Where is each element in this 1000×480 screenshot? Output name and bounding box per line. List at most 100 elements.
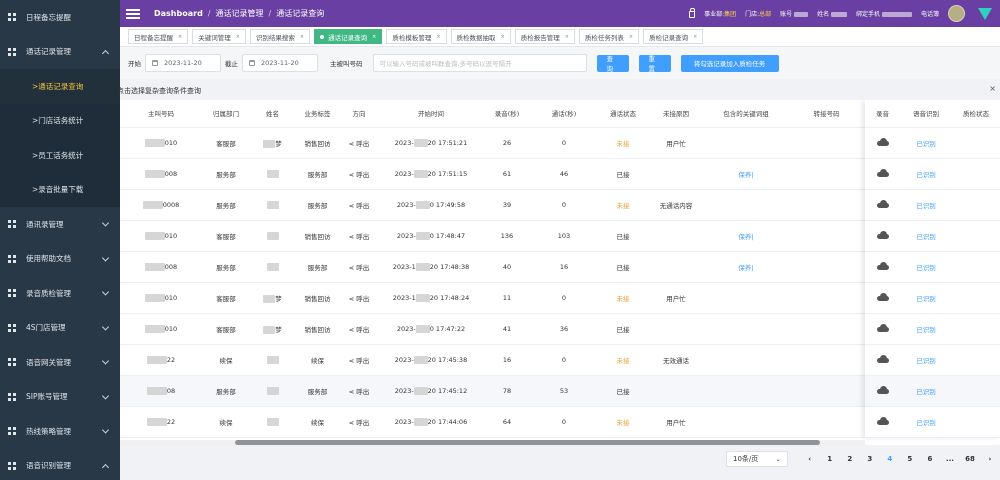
- sidebar-subitem[interactable]: >通话记录查询: [0, 69, 120, 104]
- next-page-button[interactable]: ›: [980, 451, 1000, 467]
- column-header[interactable]: 转接号码: [788, 100, 865, 128]
- table-row[interactable]: 22 续保 续保 ⋖ 呼出 2023- 20 17:45:38 16 0 未接 无效通话: [120, 344, 865, 376]
- cloud-download-icon[interactable]: [876, 137, 889, 146]
- tab-item[interactable]: 质检报告管理 ×: [514, 29, 575, 44]
- cloud-download-icon[interactable]: [876, 261, 889, 270]
- recognition-cell[interactable]: 已识别: [900, 313, 952, 345]
- tab-item[interactable]: 日程备忘提醒 ×: [128, 29, 189, 44]
- page-number[interactable]: 2: [840, 451, 860, 467]
- sidebar-item[interactable]: 使用帮助文档: [0, 242, 120, 277]
- recognition-cell[interactable]: 已识别: [900, 375, 952, 407]
- page-size-select[interactable]: 10条/页 ⌄: [726, 451, 788, 467]
- table-row[interactable]: 已识别: [865, 375, 1000, 407]
- close-icon[interactable]: ×: [989, 84, 996, 93]
- page-number[interactable]: 6: [920, 451, 940, 467]
- start-date-input[interactable]: 2023-11-20: [145, 54, 221, 72]
- sidebar-item[interactable]: 语音网关管理: [0, 345, 120, 380]
- recognition-cell[interactable]: 已识别: [900, 344, 952, 376]
- lock-icon[interactable]: [689, 8, 696, 18]
- sidebar-subitem[interactable]: >录音批量下载: [0, 172, 120, 207]
- recognition-cell[interactable]: 已识别: [900, 189, 952, 221]
- sidebar-item[interactable]: 录音质检管理: [0, 276, 120, 311]
- column-header[interactable]: 质检状态: [952, 100, 1000, 128]
- column-header[interactable]: 方向: [340, 100, 378, 128]
- close-icon[interactable]: ×: [236, 34, 240, 40]
- column-header[interactable]: 未接原因: [648, 100, 704, 128]
- table-row[interactable]: 008 服务部 服务部 ⋖ 呼出 2023- 20 17:51:15 61 46 已接 保养|: [120, 158, 865, 190]
- table-row[interactable]: 010 客服部 梦 销售回访 ⋖ 呼出 2023- 0 17:47:22 41 36 已接: [120, 313, 865, 345]
- cloud-download-icon[interactable]: [876, 416, 889, 425]
- advanced-query-hint[interactable]: 点击选择复杂查询条件查询: [117, 86, 201, 96]
- table-row[interactable]: 22 续保 续保 ⋖ 呼出 2023- 20 17:44:06 64 0 未接 用户忙: [120, 406, 865, 438]
- sidebar-item[interactable]: 热线策略管理: [0, 414, 120, 449]
- table-row[interactable]: 008 服务部 服务部 ⋖ 呼出 2023-1 20 17:48:38 40 16 已接 保养|: [120, 251, 865, 283]
- close-icon[interactable]: ×: [300, 34, 304, 40]
- breadcrumb-section[interactable]: 通话记录管理: [216, 8, 264, 19]
- table-row[interactable]: 010 客服部 梦 销售回访 ⋖ 呼出 2023- 20 17:51:21 26 0 未接 用户忙: [120, 127, 865, 159]
- phone-search-input[interactable]: 可以输入号码或被叫群查询,多号码以逗号隔开: [372, 54, 587, 72]
- table-row[interactable]: 已识别: [865, 189, 1000, 221]
- page-number[interactable]: ...: [940, 451, 960, 467]
- table-row[interactable]: 已识别: [865, 313, 1000, 345]
- column-header[interactable]: 归属部门: [202, 100, 250, 128]
- sidebar-item[interactable]: 语音识别管理: [0, 449, 120, 480]
- sidebar-subitem[interactable]: >门店话务统计: [0, 103, 120, 138]
- recognition-cell[interactable]: 已识别: [900, 251, 952, 283]
- cloud-download-icon[interactable]: [876, 168, 889, 177]
- prev-page-button[interactable]: ‹: [800, 451, 820, 467]
- column-header[interactable]: 语音识别: [900, 100, 952, 128]
- sidebar-item[interactable]: 通话记录管理: [0, 35, 120, 70]
- close-icon[interactable]: ×: [693, 34, 697, 40]
- recognition-cell[interactable]: 已识别: [900, 282, 952, 314]
- column-header[interactable]: 录音(秒): [484, 100, 530, 128]
- table-row[interactable]: 已识别: [865, 282, 1000, 314]
- close-icon[interactable]: ×: [372, 34, 376, 40]
- table-row[interactable]: 已识别: [865, 344, 1000, 376]
- avatar[interactable]: [948, 5, 965, 22]
- close-icon[interactable]: ×: [501, 34, 505, 40]
- cloud-download-icon[interactable]: [876, 385, 889, 394]
- recognition-cell[interactable]: 已识别: [900, 158, 952, 190]
- cloud-download-icon[interactable]: [876, 292, 889, 301]
- reset-button[interactable]: 重置: [638, 54, 671, 73]
- table-row[interactable]: 已识别: [865, 406, 1000, 438]
- table-row[interactable]: 已识别: [865, 220, 1000, 252]
- table-row[interactable]: 已识别: [865, 127, 1000, 159]
- breadcrumb-home[interactable]: Dashboard: [154, 9, 203, 18]
- phonebook-status[interactable]: 电话簿: [921, 9, 939, 18]
- scrollbar-thumb[interactable]: [235, 440, 820, 445]
- page-number[interactable]: 4: [880, 451, 900, 467]
- sidebar-item[interactable]: SIP账号管理: [0, 380, 120, 415]
- table-row[interactable]: 0008 服务部 服务部 ⋖ 呼出 2023- 0 17:49:58 39 0 未接 无通话内容: [120, 189, 865, 221]
- column-header[interactable]: 包含的关键词组: [704, 100, 788, 128]
- page-number[interactable]: 68: [960, 451, 980, 467]
- page-number[interactable]: 1: [820, 451, 840, 467]
- table-row[interactable]: 已识别: [865, 158, 1000, 190]
- cloud-download-icon[interactable]: [876, 230, 889, 239]
- tab-item[interactable]: 质检任务列表 ×: [578, 29, 640, 44]
- column-header[interactable]: 主叫号码: [120, 100, 202, 128]
- column-header[interactable]: 通话(秒): [530, 100, 598, 128]
- column-header[interactable]: 业务标签: [295, 100, 340, 128]
- table-row[interactable]: 已识别: [865, 251, 1000, 283]
- cloud-download-icon[interactable]: [876, 199, 889, 208]
- tab-item[interactable]: 识别结果搜索 ×: [249, 29, 311, 44]
- sidebar-item[interactable]: 日程备忘提醒: [0, 0, 120, 35]
- page-number[interactable]: 3: [860, 451, 880, 467]
- recognition-cell[interactable]: 已识别: [900, 406, 952, 438]
- close-icon[interactable]: ×: [629, 34, 633, 40]
- close-icon[interactable]: ×: [565, 34, 569, 40]
- column-header[interactable]: 姓名: [250, 100, 295, 128]
- sidebar-item[interactable]: 通讯录管理: [0, 207, 120, 242]
- table-row[interactable]: 010 客服部 销售回访 ⋖ 呼出 2023- 0 17:48:47 136 103 已接 保养|: [120, 220, 865, 252]
- sidebar-item[interactable]: 4S门店管理: [0, 311, 120, 346]
- column-header[interactable]: 开始时间: [378, 100, 484, 128]
- tab-item[interactable]: 关键词管理 ×: [192, 29, 246, 44]
- close-icon[interactable]: ×: [178, 34, 182, 40]
- cloud-download-icon[interactable]: [876, 354, 889, 363]
- hamburger-menu-icon[interactable]: [126, 8, 140, 19]
- cloud-download-icon[interactable]: [876, 323, 889, 332]
- recognition-cell[interactable]: 已识别: [900, 127, 952, 159]
- tab-item[interactable]: 质检模板管理 ×: [386, 29, 447, 44]
- recognition-cell[interactable]: 已识别: [900, 220, 952, 252]
